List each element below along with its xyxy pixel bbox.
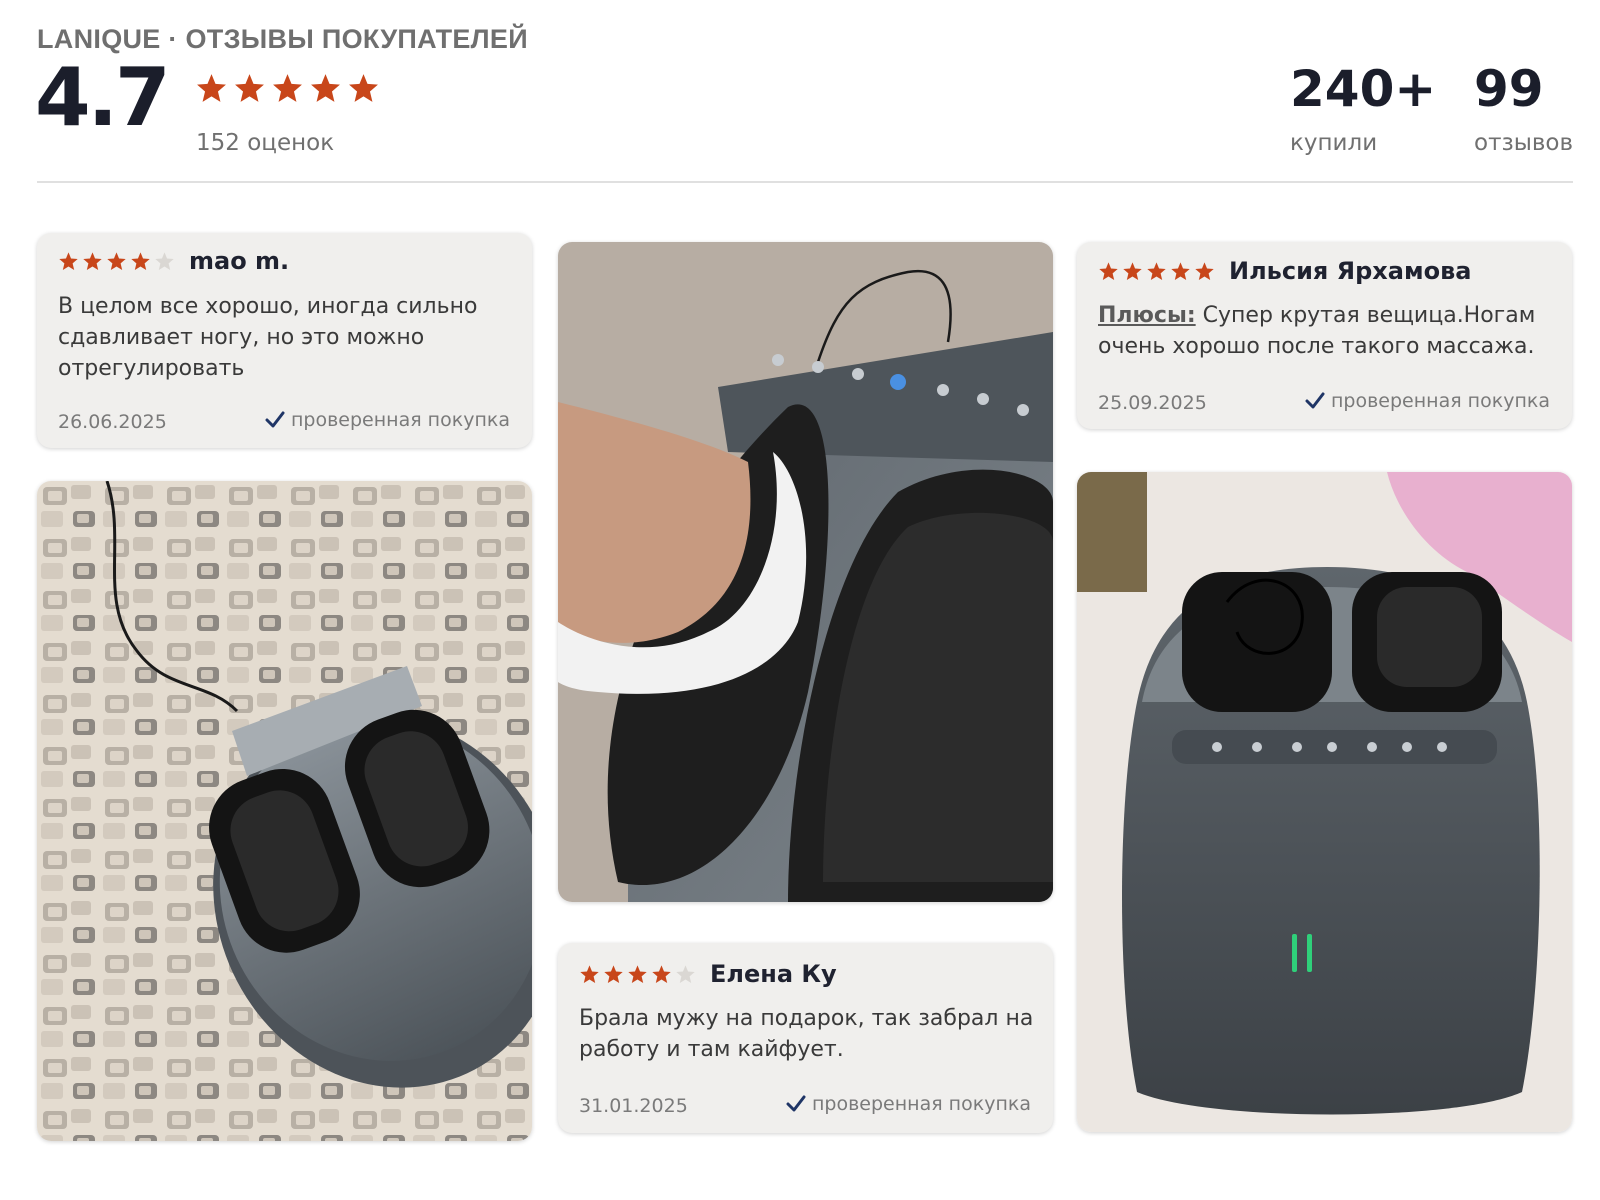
review-text: Брала мужу на подарок, так забрал на раб… [579,1006,1034,1062]
checkmark-icon [265,411,285,428]
review-stars [579,964,696,985]
verified-purchase: проверенная покупка [786,1093,1031,1115]
star-filled-icon [1171,261,1190,280]
review-author: mao m. [189,247,290,275]
stat-reviews-label: отзывов [1474,130,1574,156]
star-filled-icon [59,251,78,270]
pros-label: Плюсы: [1098,303,1196,328]
star-filled-icon [273,74,302,102]
star-filled-icon [131,251,150,270]
star-filled-icon [1195,261,1214,280]
review-text: В целом все хорошо, иногда сильно сдавли… [58,294,478,381]
checkmark-icon [786,1095,806,1112]
star-filled-icon [1147,261,1166,280]
review-photo[interactable] [1077,472,1572,1132]
review-date: 26.06.2025 [58,411,167,433]
star-empty-icon [155,251,174,270]
stat-bought-value: 240+ [1290,60,1437,118]
review-date: 25.09.2025 [1098,392,1207,414]
star-filled-icon [1099,261,1118,280]
stat-reviews-value: 99 [1474,60,1544,118]
average-rating-stars [195,72,380,105]
verified-purchase: проверенная покупка [265,409,510,431]
review-card: Елена Ку Брала мужу на подарок, так забр… [558,943,1053,1133]
review-stars [58,251,175,272]
star-filled-icon [349,74,378,102]
checkmark-icon [1305,392,1325,409]
verified-purchase-label: проверенная покупка [290,409,510,431]
stat-reviews: 99 отзывов [1474,64,1573,156]
star-filled-icon [235,74,264,102]
review-photo[interactable] [558,242,1053,902]
star-filled-icon [628,964,647,983]
star-filled-icon [197,74,226,102]
review-author: Елена Ку [710,960,837,988]
verified-purchase: проверенная покупка [1305,390,1550,412]
review-photo[interactable] [37,481,532,1141]
verified-purchase-label: проверенная покупка [811,1093,1031,1115]
review-card: mao m. В целом все хорошо, иногда сильно… [37,233,532,448]
star-filled-icon [311,74,340,102]
header-divider [37,181,1573,183]
stat-bought: 240+ купили [1290,64,1436,156]
star-filled-icon [1123,261,1142,280]
star-empty-icon [676,964,695,983]
star-filled-icon [107,251,126,270]
review-author: Ильсия Ярхамова [1229,257,1472,285]
review-card: Ильсия Ярхамова Плюсы: Супер крутая вещи… [1077,242,1572,429]
star-filled-icon [652,964,671,983]
review-date: 31.01.2025 [579,1095,688,1117]
review-stars [1098,261,1215,282]
star-filled-icon [83,251,102,270]
star-filled-icon [604,964,623,983]
average-rating: 4.7 [35,51,171,144]
verified-purchase-label: проверенная покупка [1330,390,1550,412]
star-filled-icon [580,964,599,983]
ratings-count: 152 оценок [196,130,335,156]
review-text: Плюсы: Супер крутая вещица.Ногам очень х… [1098,300,1554,362]
stat-bought-label: купили [1290,130,1378,156]
